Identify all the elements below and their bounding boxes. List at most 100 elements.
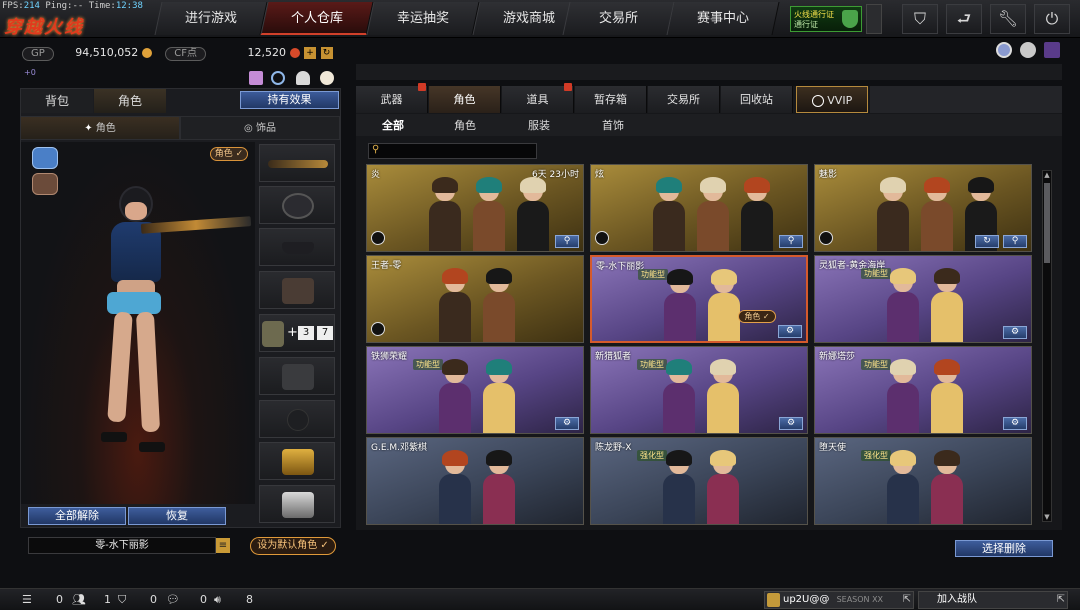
slot-backpack[interactable]: + 3 7 <box>259 314 335 352</box>
power-icon[interactable]: ⏻ <box>1034 4 1070 34</box>
speaker-icon[interactable]: 🔊︎ <box>214 593 221 607</box>
character-portrait <box>437 268 473 342</box>
card-title: 铁狮荣耀 <box>371 352 408 362</box>
tab-weapons[interactable]: 武器 <box>356 83 428 113</box>
nav-lottery[interactable]: 幸运抽奖 <box>366 2 480 35</box>
wrench-icon[interactable]: 🔧︎ <box>990 4 1026 34</box>
tab-storage[interactable]: 暂存箱 <box>575 86 647 113</box>
set-default-button[interactable]: 设为默认角色 ✓ <box>250 537 336 555</box>
friends-icon[interactable] <box>296 71 310 85</box>
link-indicator: +0 <box>24 68 36 77</box>
tab-recycle[interactable]: 回收站 <box>721 86 793 113</box>
filter-all[interactable]: 全部 <box>356 116 430 136</box>
tab-items[interactable]: 道具 <box>502 83 574 113</box>
season-label: SEASON XX <box>836 595 884 604</box>
slot-vest[interactable] <box>259 271 335 309</box>
globe-icon[interactable] <box>996 42 1012 58</box>
expand-icon[interactable]: ⇱ <box>1057 592 1065 608</box>
gold-wolf-icon <box>282 449 314 475</box>
character-portrait <box>919 177 955 251</box>
tab-role[interactable]: 角色 <box>94 89 166 113</box>
menu-icon[interactable]: ≡ <box>216 538 230 553</box>
character-portrait <box>471 177 507 251</box>
tab-bag[interactable]: 背包 <box>21 89 93 113</box>
pet-icon[interactable] <box>320 71 334 85</box>
expand-icon[interactable]: ⇱ <box>903 592 911 608</box>
character-card[interactable]: 魅影 ⚲ ↻ <box>814 164 1032 252</box>
scroll-thumb[interactable] <box>1044 183 1050 263</box>
gift-icon[interactable] <box>249 71 263 85</box>
subtab-accessory[interactable]: ◎ 饰品 <box>180 116 340 140</box>
tab-characters[interactable]: 角色 <box>429 86 501 113</box>
grid-scrollbar[interactable]: ▲ ▼ <box>1042 170 1052 522</box>
nav-play[interactable]: 进行游戏 <box>154 2 268 35</box>
slot-weapon[interactable] <box>259 144 335 182</box>
restore-button[interactable]: 恢复 <box>128 507 226 525</box>
w-logo-icon[interactable] <box>1044 42 1060 58</box>
character-portrait <box>437 359 473 433</box>
slot-armor[interactable] <box>259 357 335 395</box>
role-badge-fox-icon[interactable] <box>32 173 58 195</box>
character-card[interactable]: 陈龙野-X 强化型 <box>590 437 808 525</box>
slot-empty[interactable] <box>259 400 335 438</box>
character-card[interactable]: 炫 ⚲ <box>590 164 808 252</box>
refresh-cf-button[interactable]: ↻ <box>320 47 333 59</box>
vvip-logo-icon <box>371 231 385 245</box>
character-card[interactable]: 堕天使 强化型 <box>814 437 1032 525</box>
count-chat: 0 <box>200 593 207 606</box>
scroll-down-icon[interactable]: ▼ <box>1043 513 1051 521</box>
slot-glasses[interactable] <box>259 228 335 266</box>
subtab-role[interactable]: ✦ 角色 <box>20 116 180 140</box>
search-icon[interactable]: ⚲ <box>555 235 579 248</box>
shield-icon[interactable]: ⛉ <box>902 4 938 34</box>
character-portrait <box>929 268 965 342</box>
character-card[interactable]: G.E.M.邓紫棋 <box>366 437 584 525</box>
slot-pet-gold[interactable] <box>259 442 335 480</box>
settings-icon[interactable]: ⚙ <box>1003 417 1027 430</box>
filter-jewelry[interactable]: 首饰 <box>576 116 650 136</box>
hold-effect-button[interactable]: 持有效果 <box>240 91 339 109</box>
select-delete-button[interactable]: 选择删除 <box>955 540 1053 557</box>
character-card[interactable]: 王者-零 <box>366 255 584 343</box>
user-box[interactable]: up2U@@ SEASON XX ⇱ <box>764 591 914 609</box>
settings-icon[interactable]: ⚙ <box>779 417 803 430</box>
chat-icon[interactable]: 💬︎ <box>166 593 180 606</box>
settings-icon[interactable]: ⚙ <box>1003 326 1027 339</box>
unequip-all-button[interactable]: 全部解除 <box>28 507 126 525</box>
refresh-icon[interactable]: ↻ <box>975 235 999 248</box>
filter-outfit[interactable]: 服装 <box>502 116 576 136</box>
search-icon[interactable]: ⚲ <box>779 235 803 248</box>
role-badge-blue-icon[interactable] <box>32 147 58 169</box>
slot-pet-silver[interactable] <box>259 485 335 523</box>
list-icon[interactable]: ☰ <box>22 593 32 606</box>
settings-icon[interactable]: ⚙ <box>555 417 579 430</box>
character-card[interactable]: 新娜塔莎 功能型 ⚙ <box>814 346 1032 434</box>
scroll-up-icon[interactable]: ▲ <box>1043 171 1051 179</box>
character-card[interactable]: 炎 6天 23小时 ⚲ <box>366 164 584 252</box>
add-cf-button[interactable]: + <box>304 47 316 59</box>
join-team-box[interactable]: 加入战队 ⇱ <box>918 591 1068 609</box>
search-icon[interactable]: ⚲ <box>1003 235 1027 248</box>
nav-inventory[interactable]: 个人仓库 <box>260 2 374 35</box>
slot-helmet[interactable] <box>259 186 335 224</box>
friends-count-icon[interactable]: 👥︎ <box>72 593 86 606</box>
character-card[interactable]: 铁狮荣耀 功能型 ⚙ <box>366 346 584 434</box>
settings-gear-icon[interactable] <box>1020 42 1036 58</box>
card-title: 陈龙野-X <box>595 443 632 453</box>
clan-icon[interactable]: ⛉ <box>118 593 126 607</box>
tab-exchange[interactable]: 交易所 <box>648 86 720 113</box>
tab-vvip[interactable]: VVIP <box>796 86 868 113</box>
character-card[interactable]: 新猎狐者 功能型 ⚙ <box>590 346 808 434</box>
character-preview[interactable] <box>21 142 255 504</box>
settings-icon[interactable]: ⚙ <box>778 325 802 338</box>
back-icon[interactable]: ⮐ <box>946 4 982 34</box>
battle-pass-badge[interactable]: 火线通行证 通行证 <box>790 6 862 32</box>
character-portrait <box>481 359 517 433</box>
search-input[interactable]: ⚲ <box>368 143 537 159</box>
character-card[interactable]: 灵狐者-黄金海岸 功能型 ⚙ <box>814 255 1032 343</box>
character-card[interactable]: 零-水下丽影 功能型 角色 ✓ ⚙ <box>590 255 808 343</box>
nav-events[interactable]: 赛事中心 <box>666 2 780 35</box>
nav-exchange[interactable]: 交易所 <box>562 2 676 35</box>
spin-icon[interactable] <box>271 71 285 85</box>
filter-role[interactable]: 角色 <box>428 116 502 136</box>
